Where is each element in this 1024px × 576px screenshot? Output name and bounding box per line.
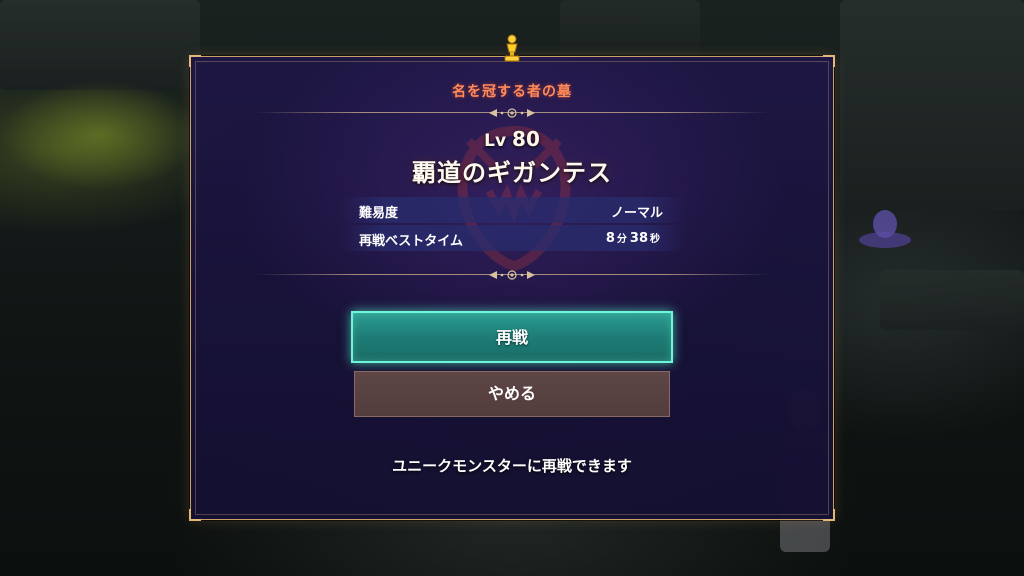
ornament-icon: [489, 270, 535, 280]
ornament-icon: [489, 108, 535, 118]
rematch-info-text: ユニークモンスターに再戦できます: [392, 457, 632, 475]
level-value: 80: [512, 127, 540, 151]
rock-cliff-right: [840, 0, 1024, 210]
level-prefix: Lv: [484, 131, 507, 151]
location-title: 名を冠する者の墓: [452, 84, 572, 100]
best-time-minutes: 8: [605, 231, 615, 246]
monster-level: Lv 80: [191, 127, 833, 151]
seconds-unit: 秒: [650, 234, 660, 245]
difficulty-label: 難易度: [359, 206, 399, 221]
best-time-seconds: 38: [629, 231, 648, 246]
divider-top: [255, 107, 769, 119]
minutes-unit: 分: [616, 234, 627, 245]
best-time-value: 8 分 38 秒: [606, 230, 663, 246]
monster-name: 覇道のギガンテス: [412, 159, 612, 187]
difficulty-row: 難易度 ノーマル: [341, 197, 685, 223]
cancel-button[interactable]: やめる: [354, 371, 670, 417]
frame-corner: [823, 55, 835, 67]
best-time-label: 再戦ベストタイム: [359, 234, 464, 249]
rock-cliff-top: [560, 0, 700, 60]
grass-patch: [0, 80, 200, 190]
unique-monster-rematch-dialog: 名を冠する者の墓 Lv 80 覇道のギガンテス 難易度 ノーマル 再戦ベストタイム…: [189, 34, 835, 521]
frame-corner: [189, 509, 201, 521]
retry-button[interactable]: 再戦: [351, 311, 673, 363]
best-time-row: 再戦ベストタイム 8 分 38 秒: [341, 225, 685, 251]
divider-bottom: [255, 269, 769, 281]
trophy-icon: [504, 34, 520, 62]
frame-corner: [823, 509, 835, 521]
creature-figure-icon: [859, 210, 911, 248]
difficulty-value: ノーマル: [610, 206, 663, 221]
boulder-right: [880, 270, 1024, 330]
frame-corner: [189, 55, 201, 67]
rock-cliff-left: [0, 0, 200, 90]
